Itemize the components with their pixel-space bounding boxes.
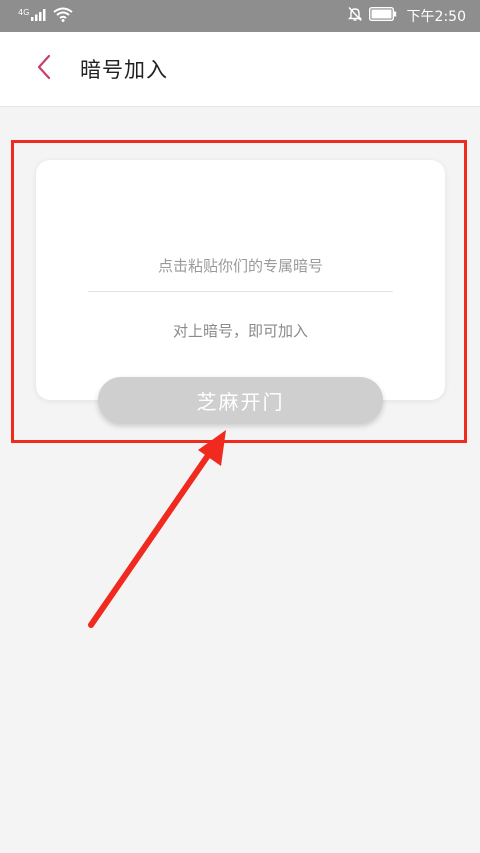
mute-bell-icon bbox=[347, 6, 363, 26]
header: 暗号加入 bbox=[0, 32, 480, 107]
chevron-left-icon bbox=[36, 54, 52, 84]
hint-text: 对上暗号，即可加入 bbox=[172, 322, 308, 340]
page: 4G 下午2:50 暗号加入 点击粘贴你们的专属暗号 对上暗号，即可加入 芝麻开… bbox=[0, 0, 480, 853]
battery-icon bbox=[368, 6, 397, 25]
status-left: 4G bbox=[18, 7, 73, 26]
status-bar: 4G 下午2:50 bbox=[0, 0, 480, 32]
status-right: 下午2:50 bbox=[347, 6, 466, 26]
code-input[interactable] bbox=[88, 240, 393, 292]
code-card: 对上暗号，即可加入 bbox=[36, 160, 445, 400]
back-button[interactable] bbox=[14, 39, 74, 99]
signal-icon bbox=[31, 8, 47, 25]
annotation-arrow-icon bbox=[88, 430, 226, 628]
page-title: 暗号加入 bbox=[80, 58, 168, 82]
status-time: 下午2:50 bbox=[406, 9, 466, 25]
wifi-icon bbox=[53, 7, 73, 26]
network-type: 4G bbox=[18, 7, 30, 17]
join-button[interactable]: 芝麻开门 bbox=[98, 377, 383, 423]
